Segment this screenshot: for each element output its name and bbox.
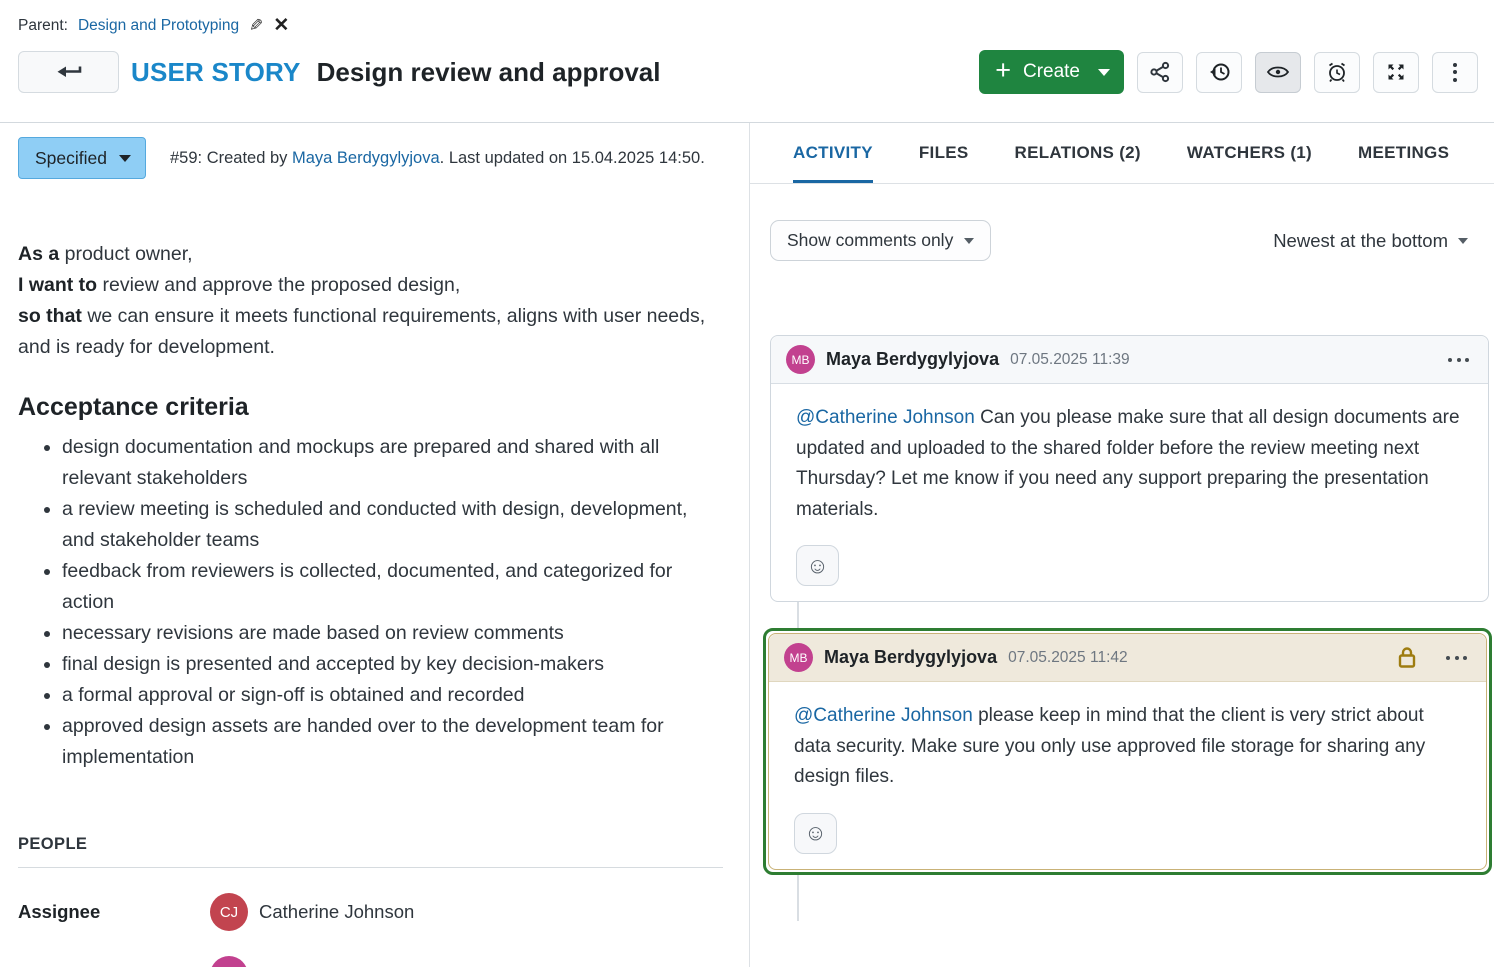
highlighted-comment-outline: MB Maya Berdygylyjova 07.05.2025 11:42 (763, 628, 1492, 875)
smiley-icon: ☺ (804, 820, 826, 846)
acceptance-criteria-list: design documentation and mockups are pre… (18, 432, 723, 773)
comment-timestamp: 07.05.2025 11:39 (1010, 351, 1130, 369)
back-arrow-icon (55, 65, 82, 80)
description: As a product owner, I want to review and… (18, 239, 723, 363)
share-icon (1149, 61, 1171, 83)
activity-panel: ACTIVITY FILES RELATIONS (2) WATCHERS (1… (750, 123, 1494, 967)
comment-header: MB Maya Berdygylyjova 07.05.2025 11:42 (769, 634, 1486, 682)
list-item: necessary revisions are made based on re… (62, 618, 723, 649)
toolbar: + Create (979, 50, 1478, 94)
plus-icon: + (995, 57, 1011, 84)
create-button[interactable]: + Create (979, 50, 1124, 94)
assignee-label: Assignee (18, 901, 210, 923)
activity-connector-line (797, 875, 799, 921)
comment-text: @Catherine Johnson Can you please make s… (796, 403, 1463, 525)
internal-lock-icon (1397, 646, 1417, 669)
more-button[interactable] (1432, 52, 1478, 93)
sort-order-label: Newest at the bottom (1273, 230, 1448, 252)
description-line: I want to review and approve the propose… (18, 270, 723, 301)
created-meta: #59: Created by Maya Berdygylyjova. Last… (170, 149, 705, 168)
status-value: Specified (35, 148, 107, 169)
page-title: Design review and approval (317, 57, 661, 88)
reminder-button[interactable] (1314, 52, 1360, 93)
comment-author[interactable]: Maya Berdygylyjova (826, 349, 999, 370)
author-link[interactable]: Maya Berdygylyjova (292, 149, 440, 167)
description-line: As a product owner, (18, 239, 723, 270)
comment-author[interactable]: Maya Berdygylyjova (824, 647, 997, 668)
add-reaction-button[interactable]: ☺ (796, 545, 839, 586)
tab-meetings[interactable]: MEETINGS (1358, 123, 1449, 183)
avatar: MB (784, 643, 813, 672)
avatar: MB (786, 345, 815, 374)
comment-body: @Catherine Johnson Can you please make s… (771, 384, 1488, 601)
list-item: a review meeting is scheduled and conduc… (62, 494, 723, 556)
smiley-icon: ☺ (806, 553, 828, 579)
breadcrumb: Parent: Design and Prototyping ✎ ✕ (18, 14, 1478, 37)
share-button[interactable] (1137, 52, 1183, 93)
sort-order-dropdown[interactable]: Newest at the bottom (1273, 230, 1468, 252)
tab-relations[interactable]: RELATIONS (2) (1015, 123, 1141, 183)
tab-files[interactable]: FILES (919, 123, 969, 183)
add-reaction-button[interactable]: ☺ (794, 813, 837, 854)
kebab-menu-icon (1453, 63, 1457, 82)
avatar: CJ (210, 893, 248, 931)
fullscreen-icon (1386, 62, 1406, 82)
comment-more-icon[interactable] (1442, 652, 1471, 664)
back-button[interactable] (18, 51, 119, 93)
comments-filter-label: Show comments only (787, 230, 953, 251)
people-section-heading: PEOPLE (18, 835, 723, 854)
status-dropdown[interactable]: Specified (18, 137, 146, 179)
list-item: approved design assets are handed over t… (62, 711, 723, 773)
comment-more-icon[interactable] (1444, 354, 1473, 366)
description-line: so that we can ensure it meets functiona… (18, 301, 723, 363)
assignee-name[interactable]: Catherine Johnson (259, 901, 414, 923)
chevron-down-icon (119, 155, 131, 162)
baseline-button[interactable] (1196, 52, 1242, 93)
assignee-row: Assignee CJ Catherine Johnson (18, 893, 723, 931)
comment-list: MB Maya Berdygylyjova 07.05.2025 11:39 @… (750, 335, 1494, 921)
list-item: final design is presented and accepted b… (62, 649, 723, 680)
divider (18, 867, 723, 868)
comments-filter-dropdown[interactable]: Show comments only (770, 220, 991, 261)
tab-watchers[interactable]: WATCHERS (1) (1187, 123, 1312, 183)
comment: MB Maya Berdygylyjova 07.05.2025 11:39 @… (770, 335, 1489, 602)
accountable-row: Accountable MB Maya Berdygylyjova (18, 956, 723, 967)
comment-timestamp: 07.05.2025 11:42 (1008, 649, 1128, 667)
chevron-down-icon (1458, 238, 1468, 244)
mention-link[interactable]: @Catherine Johnson (796, 407, 975, 428)
history-clock-icon (1207, 61, 1231, 83)
parent-link[interactable]: Design and Prototyping (78, 17, 239, 35)
watch-button[interactable] (1255, 52, 1301, 93)
fullscreen-button[interactable] (1373, 52, 1419, 93)
create-button-label: Create (1023, 61, 1080, 83)
list-item: a formal approval or sign-off is obtaine… (62, 680, 723, 711)
comment-text: @Catherine Johnson please keep in mind t… (794, 701, 1461, 793)
mention-link[interactable]: @Catherine Johnson (794, 705, 973, 726)
comment-body: @Catherine Johnson please keep in mind t… (769, 682, 1486, 869)
list-item: feedback from reviewers is collected, do… (62, 556, 723, 618)
chevron-down-icon (964, 238, 974, 244)
chevron-down-icon (1098, 69, 1110, 76)
parent-label: Parent: (18, 17, 68, 35)
avatar: MB (210, 956, 248, 967)
tab-activity[interactable]: ACTIVITY (793, 123, 873, 183)
work-package-type: USER STORY (131, 57, 301, 88)
tab-bar: ACTIVITY FILES RELATIONS (2) WATCHERS (1… (750, 123, 1494, 184)
work-package-header: Parent: Design and Prototyping ✎ ✕ USER … (0, 0, 1494, 122)
comment-internal: MB Maya Berdygylyjova 07.05.2025 11:42 (768, 633, 1487, 870)
eye-icon (1266, 64, 1290, 80)
activity-connector-line (797, 602, 799, 628)
work-package-details-panel: Specified #59: Created by Maya Berdygyly… (0, 123, 750, 967)
comment-header: MB Maya Berdygylyjova 07.05.2025 11:39 (771, 336, 1488, 384)
list-item: design documentation and mockups are pre… (62, 432, 723, 494)
acceptance-criteria-heading: Acceptance criteria (18, 393, 723, 422)
alarm-clock-icon (1326, 61, 1348, 83)
edit-parent-icon[interactable]: ✎ (249, 16, 263, 36)
remove-parent-icon[interactable]: ✕ (273, 14, 289, 37)
